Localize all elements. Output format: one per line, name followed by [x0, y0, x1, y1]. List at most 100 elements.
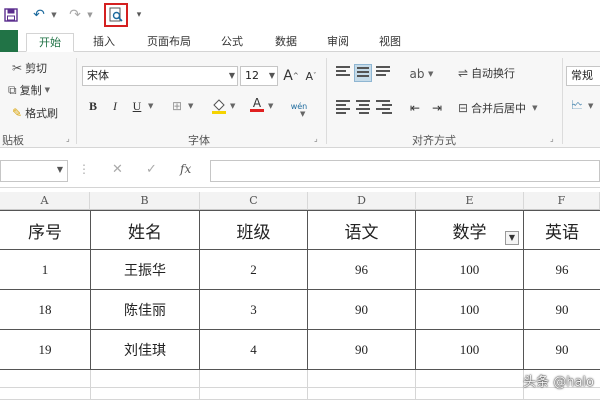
table-cell[interactable]: 90 — [524, 290, 600, 330]
copy-button[interactable]: ⧉ 复制 ▼ — [8, 82, 50, 98]
number-format-select[interactable]: 常规 — [566, 66, 600, 86]
decrease-indent-icon[interactable]: ⇤ — [406, 98, 424, 118]
align-top-icon[interactable] — [334, 64, 352, 82]
column-header-f[interactable]: F — [524, 192, 600, 210]
table-cell[interactable]: 2 — [200, 250, 308, 290]
table-cell[interactable]: 3 — [200, 290, 308, 330]
enter-icon[interactable]: ✓ — [146, 162, 157, 177]
orientation-dropdown-icon[interactable]: ▼ — [428, 70, 433, 78]
phonetic-dropdown-icon[interactable]: ▼ — [300, 110, 305, 118]
tab-data[interactable]: 数据 — [266, 33, 306, 52]
align-center-icon[interactable] — [354, 98, 372, 116]
empty-cell[interactable] — [416, 370, 524, 388]
column-header-e[interactable]: E — [416, 192, 524, 210]
header-cell-with-filter[interactable]: 数学 ▼ — [416, 210, 524, 250]
tab-review[interactable]: 审阅 — [318, 33, 358, 52]
undo-dropdown-icon[interactable]: ▼ — [50, 5, 58, 25]
copy-dropdown-icon[interactable]: ▼ — [45, 86, 50, 94]
italic-button[interactable]: I — [106, 96, 124, 116]
alignment-launcher-icon[interactable]: ⌟ — [550, 134, 554, 143]
align-right-icon[interactable] — [374, 98, 392, 116]
wrap-text-button[interactable]: ⇌ 自动换行 — [458, 65, 515, 81]
font-size-select[interactable]: 12 ▼ — [240, 66, 278, 86]
currency-dropdown-icon[interactable]: ▼ — [588, 102, 593, 110]
empty-cell[interactable] — [416, 388, 524, 400]
bold-button[interactable]: B — [84, 96, 102, 116]
font-color-button[interactable]: A — [248, 94, 266, 114]
header-cell[interactable]: 语文 — [308, 210, 416, 250]
tab-page-layout[interactable]: 页面布局 — [140, 33, 198, 52]
table-cell[interactable]: 4 — [200, 330, 308, 370]
tab-file[interactable] — [0, 30, 18, 52]
increase-indent-icon[interactable]: ⇥ — [428, 98, 446, 118]
font-color-dropdown-icon[interactable]: ▼ — [268, 102, 273, 110]
empty-cell[interactable] — [0, 388, 91, 400]
filter-icon[interactable]: ▼ — [505, 231, 519, 245]
clipboard-launcher-icon[interactable]: ⌟ — [66, 134, 70, 143]
table-cell[interactable]: 100 — [416, 330, 524, 370]
header-cell[interactable]: 英语 — [524, 210, 600, 250]
redo-icon[interactable]: ↷ — [64, 5, 86, 25]
save-icon[interactable] — [2, 5, 20, 25]
header-cell[interactable]: 序号 — [0, 210, 91, 250]
empty-cell[interactable] — [308, 388, 416, 400]
merge-center-button[interactable]: ⊟ 合并后居中 ▼ — [458, 100, 537, 116]
align-middle-icon[interactable] — [354, 64, 372, 82]
empty-cell[interactable] — [200, 370, 308, 388]
column-header-b[interactable]: B — [90, 192, 200, 210]
table-cell[interactable]: 100 — [416, 250, 524, 290]
name-box[interactable]: ▼ — [0, 160, 68, 182]
phonetic-button[interactable]: wén — [288, 96, 310, 116]
table-cell[interactable]: 18 — [0, 290, 91, 330]
cut-button[interactable]: ✂ 剪切 — [12, 60, 47, 76]
table-cell[interactable]: 王振华 — [91, 250, 200, 290]
formula-input[interactable] — [210, 160, 600, 182]
table-cell[interactable]: 刘佳琪 — [91, 330, 200, 370]
empty-cell[interactable] — [91, 388, 200, 400]
grow-font-button[interactable]: A ^ — [282, 66, 300, 86]
tab-view[interactable]: 视图 — [370, 33, 410, 52]
header-cell[interactable]: 姓名 — [91, 210, 200, 250]
empty-cell[interactable] — [308, 370, 416, 388]
empty-cell[interactable] — [0, 370, 91, 388]
redo-dropdown-icon[interactable]: ▼ — [86, 5, 94, 25]
undo-icon[interactable]: ↶ — [28, 5, 50, 25]
table-cell[interactable]: 90 — [524, 330, 600, 370]
border-dropdown-icon[interactable]: ▼ — [188, 102, 193, 110]
currency-format-icon[interactable]: 🗠 — [568, 96, 586, 116]
customize-toolbar-icon[interactable]: ▾ — [134, 5, 144, 25]
table-cell[interactable]: 19 — [0, 330, 91, 370]
underline-dropdown-icon[interactable]: ▼ — [148, 102, 153, 110]
table-cell[interactable]: 90 — [308, 290, 416, 330]
tab-insert[interactable]: 插入 — [84, 33, 124, 52]
font-name-select[interactable]: 宋体 ▼ — [82, 66, 238, 86]
table-cell[interactable]: 100 — [416, 290, 524, 330]
empty-cell[interactable] — [200, 388, 308, 400]
print-preview-icon[interactable] — [104, 3, 128, 27]
orientation-icon[interactable]: ab — [408, 64, 426, 84]
table-cell[interactable]: 1 — [0, 250, 91, 290]
column-header-d[interactable]: D — [308, 192, 416, 210]
shrink-font-button[interactable]: Aˇ — [302, 66, 320, 86]
tab-home[interactable]: 开始 — [26, 33, 74, 52]
empty-cell[interactable] — [91, 370, 200, 388]
table-cell[interactable]: 96 — [524, 250, 600, 290]
table-cell[interactable]: 90 — [308, 330, 416, 370]
table-cell[interactable]: 96 — [308, 250, 416, 290]
align-bottom-icon[interactable] — [374, 64, 392, 82]
fill-color-icon[interactable] — [210, 96, 228, 116]
font-launcher-icon[interactable]: ⌟ — [314, 134, 318, 143]
tab-formulas[interactable]: 公式 — [212, 33, 252, 52]
cancel-icon[interactable]: ✕ — [112, 162, 123, 177]
header-cell[interactable]: 班级 — [200, 210, 308, 250]
merge-dropdown-icon[interactable]: ▼ — [532, 104, 537, 112]
table-cell[interactable]: 陈佳丽 — [91, 290, 200, 330]
border-icon[interactable]: ⊞ — [168, 96, 186, 116]
fill-color-dropdown-icon[interactable]: ▼ — [230, 102, 235, 110]
format-painter-button[interactable]: ✎ 格式刷 — [12, 105, 58, 121]
column-header-a[interactable]: A — [0, 192, 90, 210]
column-header-c[interactable]: C — [200, 192, 308, 210]
align-left-icon[interactable] — [334, 98, 352, 116]
underline-button[interactable]: U — [128, 96, 146, 116]
insert-function-icon[interactable]: fx — [180, 162, 191, 176]
